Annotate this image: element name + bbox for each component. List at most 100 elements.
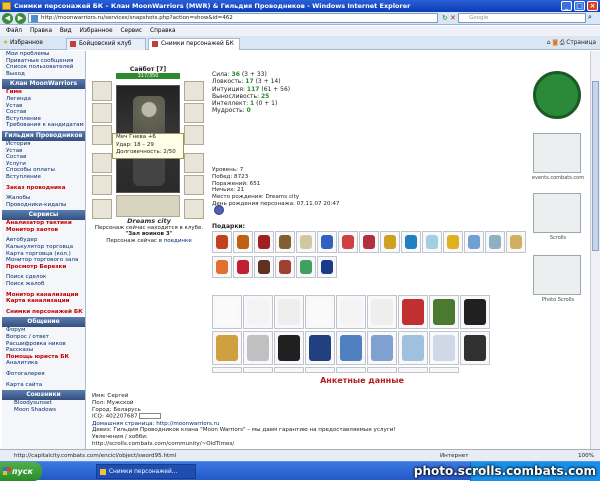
gift-item[interactable] (485, 231, 505, 253)
sidebar-link[interactable]: Услуги (2, 161, 85, 168)
search-input[interactable]: Google (458, 13, 586, 23)
gift-item[interactable] (380, 231, 400, 253)
card-item[interactable] (336, 367, 366, 373)
moonwarriors-logo-icon[interactable] (533, 71, 581, 119)
sidebar-link[interactable]: Состав (2, 154, 85, 161)
card-item[interactable] (367, 367, 397, 373)
alignment-icon[interactable] (214, 205, 224, 215)
sidebar-link[interactable]: Устав (2, 148, 85, 155)
gift-item[interactable] (296, 256, 316, 278)
equip-slot-belt[interactable] (92, 175, 112, 195)
gift-item[interactable] (212, 256, 232, 278)
equip-slot-weapon[interactable] (92, 125, 112, 145)
sidebar-link[interactable]: Рассказы (2, 347, 85, 354)
sidebar-link[interactable]: Помощь юриста БК (2, 354, 85, 361)
card-item[interactable] (429, 367, 459, 373)
sidebar-link[interactable]: Вопрос / ответ (2, 334, 85, 341)
sidebar-link[interactable]: Просмотр Березки (2, 264, 85, 271)
gift-item[interactable] (359, 231, 379, 253)
equip-slot-extra[interactable] (92, 199, 112, 219)
card-item[interactable] (212, 331, 242, 365)
equip-slot-boots[interactable] (184, 175, 204, 195)
sidebar-link[interactable]: Мои проблемы (2, 51, 85, 58)
sidebar-link[interactable]: Состав (2, 109, 85, 116)
sidebar-link[interactable]: История (2, 141, 85, 148)
scrollbar-thumb[interactable] (592, 81, 599, 251)
card-item[interactable] (212, 295, 242, 329)
sidebar-link[interactable]: Приватные сообщения (2, 58, 85, 65)
gift-item[interactable] (254, 231, 274, 253)
sidebar-link[interactable]: Фотогалерея (2, 371, 85, 378)
card-item[interactable] (398, 331, 428, 365)
card-item[interactable] (212, 367, 242, 373)
equip-slot-earrings[interactable] (184, 81, 204, 101)
start-button[interactable]: пуск (0, 462, 42, 481)
card-item[interactable] (305, 367, 335, 373)
gift-item[interactable] (506, 231, 526, 253)
gift-item[interactable] (422, 231, 442, 253)
gift-item[interactable] (317, 256, 337, 278)
minimize-button[interactable]: _ (561, 1, 572, 11)
rss-icon[interactable]: ◙ (552, 40, 558, 46)
sidebar-link[interactable]: Поиск жалоб (2, 281, 85, 288)
card-item[interactable] (460, 295, 490, 329)
sidebar-link[interactable]: Moon Shadows (2, 407, 85, 414)
card-item[interactable] (429, 331, 459, 365)
events-banner-icon[interactable] (533, 133, 581, 173)
search-icon[interactable]: ⌕ (588, 13, 592, 22)
gift-item[interactable] (464, 231, 484, 253)
equip-slot-shield[interactable] (184, 125, 204, 145)
gift-item[interactable] (443, 231, 463, 253)
gift-item[interactable] (254, 256, 274, 278)
card-item[interactable] (274, 367, 304, 373)
menu-view[interactable]: Вид (60, 26, 72, 36)
sidebar-link[interactable]: Монитор хаотов (2, 227, 85, 234)
sidebar-link[interactable]: Карта канализации (2, 298, 85, 305)
gift-item[interactable] (212, 231, 232, 253)
sidebar-link[interactable]: Проводники-кидалы (2, 202, 85, 209)
card-item[interactable] (367, 331, 397, 365)
gift-item[interactable] (401, 231, 421, 253)
equip-slot-armor[interactable] (92, 153, 112, 173)
stop-icon[interactable]: ✕ (450, 14, 456, 22)
card-item[interactable] (336, 295, 366, 329)
favorites-button[interactable]: ★ Избранное (3, 38, 43, 48)
gift-item[interactable] (338, 231, 358, 253)
sidebar-link[interactable]: Заказ проводника (2, 185, 85, 192)
sidebar-link[interactable]: Поиск сделок (2, 274, 85, 281)
sidebar-link[interactable]: Выход (2, 71, 85, 78)
forward-icon[interactable]: ▶ (15, 13, 26, 24)
sidebar-link[interactable]: Требования к кандидатам (2, 122, 85, 129)
card-item[interactable] (305, 295, 335, 329)
sidebar-link[interactable]: Монитор торгового зала (2, 257, 85, 264)
sidebar-link[interactable]: Анализатор тактики (2, 220, 85, 227)
menu-file[interactable]: Файл (6, 26, 22, 36)
card-item[interactable] (274, 295, 304, 329)
tab-snapshots[interactable]: Снимки персонажей БК (148, 38, 240, 50)
card-item[interactable] (243, 367, 273, 373)
card-item[interactable] (305, 331, 335, 365)
sidebar-link[interactable]: Карта торговца (кол.) (2, 251, 85, 258)
vertical-scrollbar[interactable] (590, 51, 600, 449)
sidebar-link[interactable]: Форум (2, 327, 85, 334)
page-menu-button[interactable]: ⌂ ◙ ⎙ Страница (547, 38, 596, 48)
home-icon[interactable]: ⌂ (547, 40, 551, 46)
refresh-icon[interactable]: ↻ (442, 14, 448, 22)
sidebar-link[interactable]: Монитор канализации (2, 292, 85, 299)
sidebar-link[interactable]: Расшифровка ников (2, 341, 85, 348)
sidebar-link[interactable]: Карта сайта (2, 382, 85, 389)
sidebar-link[interactable]: Калькулятор торговца (2, 244, 85, 251)
menu-help[interactable]: Справка (150, 26, 176, 36)
gift-item[interactable] (317, 231, 337, 253)
sidebar-link[interactable]: Устав (2, 103, 85, 110)
card-item[interactable] (274, 331, 304, 365)
card-item[interactable] (398, 295, 428, 329)
gift-item[interactable] (275, 256, 295, 278)
tab-fight-club[interactable]: Бойцовский клуб (66, 38, 146, 50)
sidebar-link[interactable]: Bloodysunset (2, 400, 85, 407)
menu-favorites[interactable]: Избранное (80, 26, 113, 36)
card-item[interactable] (429, 295, 459, 329)
close-button[interactable]: × (587, 1, 598, 11)
gift-item[interactable] (233, 231, 253, 253)
menu-edit[interactable]: Правка (30, 26, 52, 36)
